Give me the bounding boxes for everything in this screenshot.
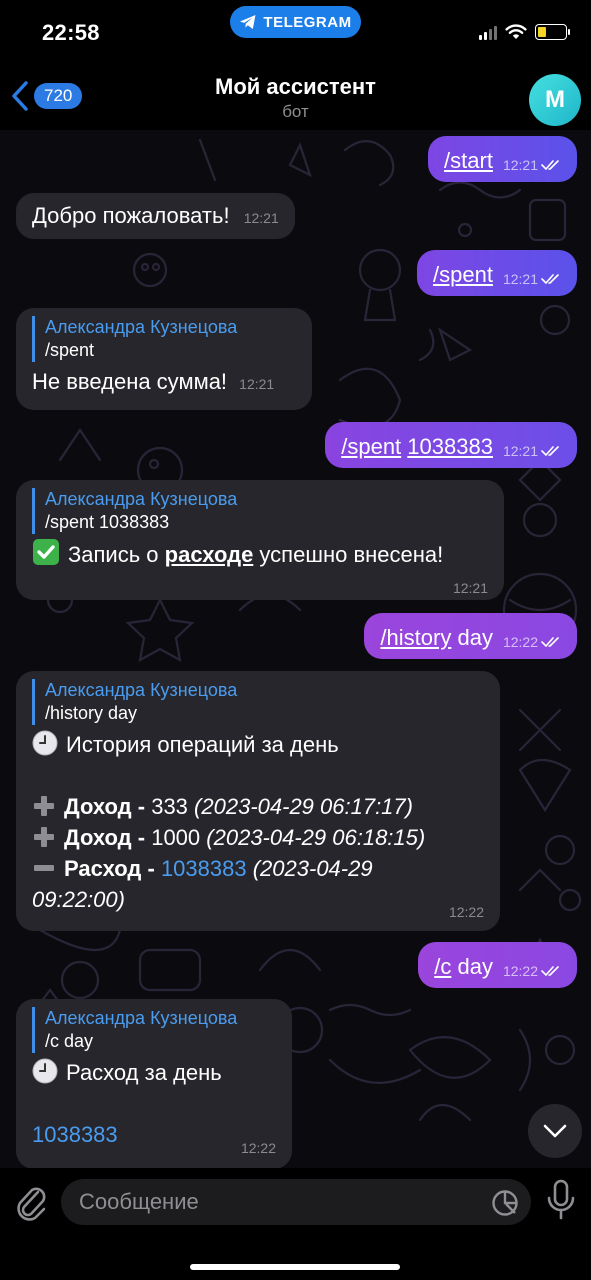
scroll-to-bottom-button[interactable]: [528, 1104, 582, 1158]
battery-icon: [535, 24, 570, 40]
chevron-down-icon: [543, 1124, 567, 1138]
history-heading: История операций за день: [32, 729, 484, 760]
reply-text: /spent: [45, 340, 95, 360]
incoming-message-welcome[interactable]: Добро пожаловать! 12:21: [16, 193, 295, 239]
incoming-message-daily-expense[interactable]: Александра Кузнецова /c day Расход за де…: [16, 999, 292, 1168]
message-text: Не введена сумма!: [32, 369, 228, 394]
double-check-icon: [541, 966, 559, 976]
clock-icon: [32, 730, 58, 756]
status-time: 22:58: [42, 20, 100, 45]
reply-author: Александра Кузнецова: [45, 680, 238, 700]
daily-expense-heading: Расход за день: [32, 1057, 276, 1088]
double-check-icon: [541, 160, 559, 170]
incoming-message-expense-saved[interactable]: Александра Кузнецова /spent 1038383 Запи…: [16, 480, 504, 600]
outgoing-message-history[interactable]: /history day 12:22: [364, 613, 577, 659]
reply-quote[interactable]: Александра Кузнецова /spent 1038383: [32, 488, 488, 534]
message-list[interactable]: /start 12:21 Добро пожаловать! 12:21 /sp…: [0, 130, 591, 1168]
double-check-icon: [541, 274, 559, 284]
message-meta: 12:21: [503, 157, 561, 176]
message-text: Добро пожаловать!: [32, 203, 230, 228]
message-meta: 12:22: [503, 634, 561, 653]
message-time: 12:22: [448, 904, 484, 920]
message-time: 12:21: [502, 157, 538, 173]
history-row-continued: 09:22:00): [32, 887, 125, 912]
status-icons: [479, 24, 570, 40]
outgoing-message-spent[interactable]: /spent 12:21: [417, 250, 577, 296]
history-row: Доход - 1000 (2023-04-29 06:18:15): [32, 822, 484, 853]
chat-header: 720 Мой ассистент бот M: [0, 64, 591, 130]
outgoing-message-c-day[interactable]: /c day 12:22: [418, 942, 577, 988]
microphone-icon[interactable]: [546, 1178, 576, 1222]
double-check-icon: [541, 637, 559, 647]
double-check-icon: [541, 446, 559, 456]
paperclip-icon[interactable]: [14, 1180, 48, 1224]
outgoing-message-start[interactable]: /start 12:21: [428, 136, 577, 182]
reply-quote[interactable]: Александра Кузнецова /spent: [32, 316, 296, 362]
reply-text: /spent 1038383: [45, 512, 170, 532]
wifi-icon: [505, 24, 527, 39]
chat-title: Мой ассистент: [215, 74, 376, 99]
message-time: 12:22: [502, 634, 538, 650]
sticker-icon[interactable]: [491, 1189, 519, 1217]
command-link[interactable]: /spent: [433, 259, 493, 290]
app-pill-label: TELEGRAM: [263, 13, 352, 31]
reply-quote[interactable]: Александра Кузнецова /c day: [32, 1007, 276, 1053]
plus-icon: [34, 827, 54, 847]
plus-icon: [34, 796, 54, 816]
reply-text: /c day: [45, 1031, 94, 1051]
command-link[interactable]: /spent: [341, 434, 401, 459]
expense-link[interactable]: расходе: [165, 542, 254, 567]
incoming-message-history[interactable]: Александра Кузнецова /history day Истори…: [16, 671, 500, 931]
telegram-icon: [240, 15, 256, 29]
chat-title-block[interactable]: Мой ассистент бот: [0, 74, 591, 122]
message-time: 12:21: [502, 271, 538, 287]
message-time: 12:21: [243, 210, 279, 226]
reply-author: Александра Кузнецова: [45, 1008, 238, 1028]
message-input[interactable]: [61, 1179, 531, 1225]
chat-subtitle: бот: [282, 102, 309, 121]
message-time: 12:21: [452, 580, 488, 596]
amount-link[interactable]: 1038383: [161, 856, 247, 881]
reply-text: /history day: [45, 703, 138, 723]
reply-author: Александра Кузнецова: [45, 489, 238, 509]
reply-quote[interactable]: Александра Кузнецова /history day: [32, 679, 484, 725]
message-time: 12:22: [502, 963, 538, 979]
command-link[interactable]: /start: [444, 145, 493, 176]
message-meta: 12:21: [503, 443, 561, 462]
outgoing-message-spent-amount[interactable]: /spent 1038383 12:21: [325, 422, 577, 468]
command-link[interactable]: /c: [434, 954, 451, 979]
minus-icon: [34, 865, 54, 871]
check-mark-icon: [33, 539, 59, 565]
message-time: 12:22: [240, 1140, 276, 1156]
clock-icon: [32, 1058, 58, 1084]
status-bar: 22:58 TELEGRAM: [0, 0, 591, 64]
return-to-app-pill[interactable]: TELEGRAM: [230, 6, 361, 38]
amount-link[interactable]: 1038383: [32, 1122, 118, 1147]
message-text: Запись о расходе успешно внесена!: [32, 538, 488, 570]
home-indicator: [190, 1264, 400, 1270]
reply-author: Александра Кузнецова: [45, 317, 238, 337]
command-link[interactable]: /history: [380, 625, 451, 650]
amount-link[interactable]: 1038383: [407, 434, 493, 459]
incoming-message-no-amount[interactable]: Александра Кузнецова /spent Не введена с…: [16, 308, 312, 410]
message-meta: 12:22: [503, 963, 561, 982]
history-row: Расход - 1038383 (2023-04-29: [32, 853, 484, 884]
message-time: 12:21: [239, 376, 275, 392]
message-time: 12:21: [502, 443, 538, 459]
cellular-signal-icon: [479, 25, 497, 40]
message-field[interactable]: [61, 1179, 531, 1225]
history-row: Доход - 333 (2023-04-29 06:17:17): [32, 791, 484, 822]
bot-avatar[interactable]: M: [529, 74, 581, 126]
message-meta: 12:21: [503, 271, 561, 290]
